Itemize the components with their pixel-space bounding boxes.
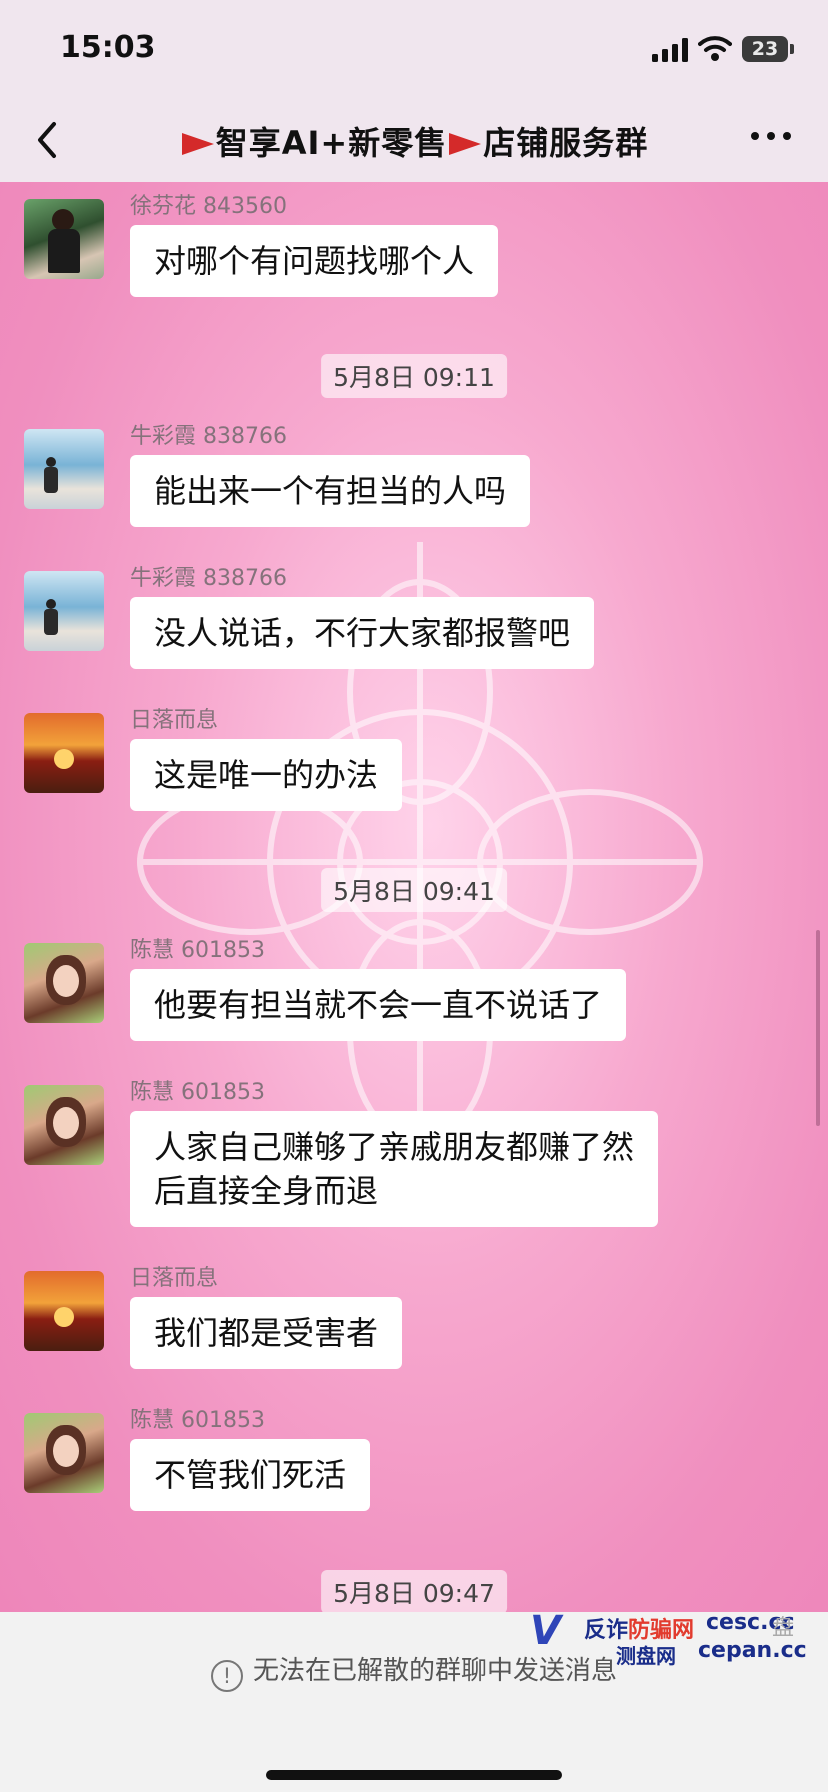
battery-icon: 23 xyxy=(742,36,788,62)
watermark-faint: 盘 xyxy=(772,1616,795,1641)
timestamp: 5月8日 09:11 xyxy=(321,354,507,398)
message-bubble[interactable]: 他要有担当就不会一直不说话了 xyxy=(130,969,627,1041)
red-flag-icon xyxy=(449,133,482,155)
avatar[interactable] xyxy=(24,1085,104,1165)
sender-name: 牛彩霞 838766 xyxy=(130,566,287,591)
home-indicator[interactable] xyxy=(266,1770,562,1780)
sender-name: 徐芬花 843560 xyxy=(130,194,287,219)
message-bubble[interactable]: 对哪个有问题找哪个人 xyxy=(130,225,499,297)
nav-bar: 智享AI+新零售 店铺服务群 xyxy=(0,100,828,182)
sender-name: 陈慧 601853 xyxy=(130,938,265,963)
sender-name: 日落而息 xyxy=(130,708,219,733)
red-flag-icon xyxy=(181,133,214,155)
message-bubble[interactable]: 没人说话，不行大家都报警吧 xyxy=(130,597,595,669)
timestamp: 5月8日 09:41 xyxy=(321,868,507,912)
info-circle-icon: ! xyxy=(210,1660,243,1692)
sender-name: 陈慧 601853 xyxy=(130,1080,265,1105)
status-time: 15:03 xyxy=(60,30,156,65)
chat-title: 智享AI+新零售 店铺服务群 xyxy=(0,118,828,164)
message-bubble[interactable]: 人家自己赚够了亲戚朋友都赚了然 后直接全身而退 xyxy=(130,1111,659,1227)
battery-tip xyxy=(790,44,794,54)
avatar[interactable] xyxy=(24,429,104,509)
more-options-icon[interactable] xyxy=(750,126,792,146)
chat-area[interactable]: 徐芬花 843560 对哪个有问题找哪个人 5月8日 09:11 牛彩霞 838… xyxy=(0,182,828,1612)
watermark: V 反诈防骗网 测盘网 cesc.cc cepan.cc 盘 xyxy=(520,1604,820,1792)
chat-title-part1: 智享AI+新零售 xyxy=(215,124,448,162)
message-bubble[interactable]: 能出来一个有担当的人吗 xyxy=(130,455,531,527)
avatar[interactable] xyxy=(24,1271,104,1351)
watermark-logo: V xyxy=(530,1608,561,1654)
status-bar: 15:03 23 xyxy=(0,0,828,100)
scrollbar[interactable] xyxy=(816,930,820,1126)
sender-name: 日落而息 xyxy=(130,1266,219,1291)
timestamp: 5月8日 09:47 xyxy=(321,1570,507,1612)
message-bubble[interactable]: 不管我们死活 xyxy=(130,1439,371,1511)
sender-name: 陈慧 601853 xyxy=(130,1408,265,1433)
message-bubble[interactable]: 这是唯一的办法 xyxy=(130,739,403,811)
avatar[interactable] xyxy=(24,1413,104,1493)
wifi-icon xyxy=(698,36,732,61)
avatar[interactable] xyxy=(24,943,104,1023)
sender-name: 牛彩霞 838766 xyxy=(130,424,287,449)
chat-title-part2: 店铺服务群 xyxy=(483,124,649,162)
message-line: 人家自己赚够了亲戚朋友都赚了然 xyxy=(154,1128,635,1166)
message-line: 后直接全身而退 xyxy=(154,1172,379,1210)
avatar[interactable] xyxy=(24,199,104,279)
message-bubble[interactable]: 我们都是受害者 xyxy=(130,1297,403,1369)
cellular-signal-icon xyxy=(652,38,688,62)
watermark-line2: 测盘网 xyxy=(616,1644,676,1668)
avatar[interactable] xyxy=(24,713,104,793)
avatar[interactable] xyxy=(24,571,104,651)
